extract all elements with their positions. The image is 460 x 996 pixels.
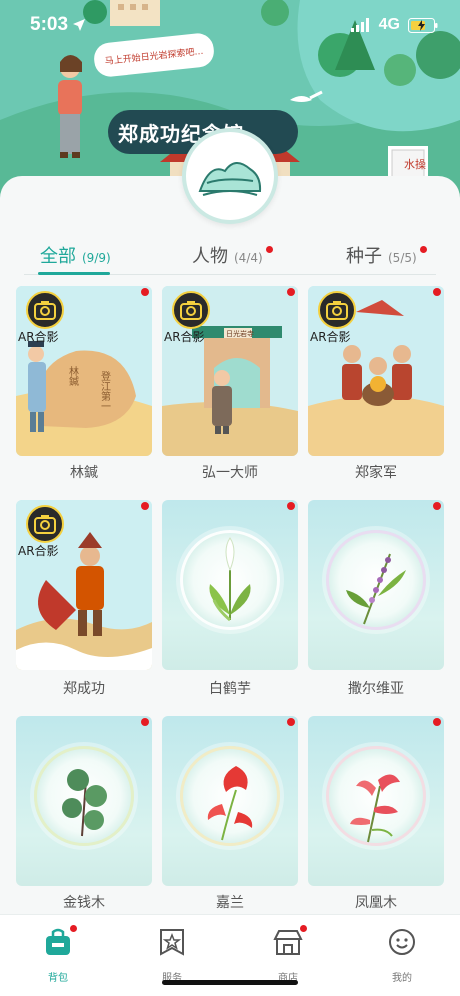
ar-photo-badge[interactable]: AR合影 — [18, 502, 74, 558]
svg-text:登江第一: 登江第一 — [99, 370, 111, 411]
card-name: 嘉兰 — [216, 895, 244, 911]
tab-people-count: (4/4) — [234, 251, 263, 265]
ar-label: AR合影 — [18, 544, 59, 558]
ar-label: AR合影 — [310, 330, 351, 344]
nav-badge-dot — [70, 925, 77, 932]
status-bar: 5:03 4G — [0, 0, 460, 44]
card-name: 金钱木 — [63, 895, 105, 911]
tab-all[interactable]: 全部 (9/9) — [40, 242, 111, 274]
camera-icon — [26, 505, 64, 543]
card-money-tree[interactable] — [16, 716, 152, 886]
card-name: 弘一大师 — [202, 465, 258, 481]
location-arrow-icon — [73, 19, 85, 31]
status-time: 5:03 — [30, 14, 69, 35]
shop-icon — [273, 925, 307, 957]
card-lin-zhen[interactable]: 登江第一 林鍼 AR合影 — [16, 286, 152, 456]
tab-people-dot — [266, 246, 273, 253]
tab-all-label: 全部 — [40, 246, 76, 267]
tab-seeds-count: (5/5) — [388, 251, 417, 265]
card-zheng-army[interactable]: AR合影 — [308, 286, 444, 456]
new-badge-dot — [141, 502, 149, 510]
card-name: 林鍼 — [70, 465, 98, 481]
card-name: 凤凰木 — [355, 895, 397, 911]
flame-tree-icon — [350, 774, 400, 843]
ar-label: AR合影 — [18, 330, 59, 344]
nav-backpack[interactable]: 背包 — [28, 925, 88, 987]
card-hongyi[interactable]: 日光岩寺 AR合影 — [162, 286, 298, 456]
tab-people-label: 人物 — [192, 246, 228, 267]
nav-label: 我的 — [392, 973, 412, 984]
mountain-icon — [198, 162, 262, 196]
network-type: 4G — [378, 16, 400, 33]
ar-label: AR合影 — [164, 330, 205, 344]
camera-icon — [26, 291, 64, 329]
signal-icon — [350, 18, 369, 32]
card-name: 郑成功 — [63, 681, 105, 697]
nav-badge-dot — [300, 925, 307, 932]
svg-text:林鍼: 林鍼 — [67, 365, 79, 387]
card-gloriosa[interactable] — [162, 716, 298, 886]
money-tree-icon — [62, 769, 107, 837]
category-tabs: 全部 (9/9) 人物 (4/4) 种子 (5/5) — [24, 242, 436, 274]
card-name: 白鹤芋 — [209, 681, 251, 697]
nav-service[interactable]: 服务 — [142, 927, 202, 987]
camera-icon — [172, 291, 210, 329]
card-name: 撒尔维亚 — [348, 681, 404, 697]
tab-seeds-dot — [420, 246, 427, 253]
ar-photo-badge[interactable]: AR合影 — [18, 288, 74, 344]
active-tab-underline — [38, 272, 110, 275]
camera-icon — [318, 291, 356, 329]
tab-seeds[interactable]: 种子 (5/5) — [346, 242, 427, 274]
star-tag-icon — [157, 927, 187, 957]
mountain-emblem — [182, 128, 278, 224]
nav-profile[interactable]: 我的 — [372, 927, 432, 987]
gloriosa-icon — [207, 766, 253, 841]
card-peace-lily[interactable] — [162, 500, 298, 670]
tab-people[interactable]: 人物 (4/4) — [192, 242, 273, 274]
nav-label: 背包 — [48, 973, 68, 984]
ar-photo-badge[interactable]: AR合影 — [310, 288, 366, 344]
card-salvia[interactable] — [308, 500, 444, 670]
new-badge-dot — [433, 288, 441, 296]
card-zheng-chenggong[interactable]: AR合影 — [16, 500, 152, 670]
new-badge-dot — [141, 288, 149, 296]
salvia-icon — [346, 553, 406, 625]
side-sign-text: 水操 — [404, 158, 426, 171]
tab-seeds-label: 种子 — [346, 246, 382, 267]
new-badge-dot — [287, 288, 295, 296]
smile-face-icon — [387, 927, 417, 957]
peace-lily-icon — [209, 537, 251, 622]
card-flame-tree[interactable] — [308, 716, 444, 886]
nav-shop[interactable]: 商店 — [258, 925, 318, 987]
gate-plaque: 日光岩寺 — [226, 329, 254, 338]
tab-all-count: (9/9) — [82, 251, 111, 265]
card-name: 郑家军 — [355, 465, 397, 481]
home-indicator — [162, 980, 298, 985]
battery-icon — [408, 17, 438, 33]
status-right: 4G — [350, 16, 438, 34]
backpack-icon — [43, 925, 77, 957]
ar-photo-badge[interactable]: AR合影 — [164, 288, 220, 344]
